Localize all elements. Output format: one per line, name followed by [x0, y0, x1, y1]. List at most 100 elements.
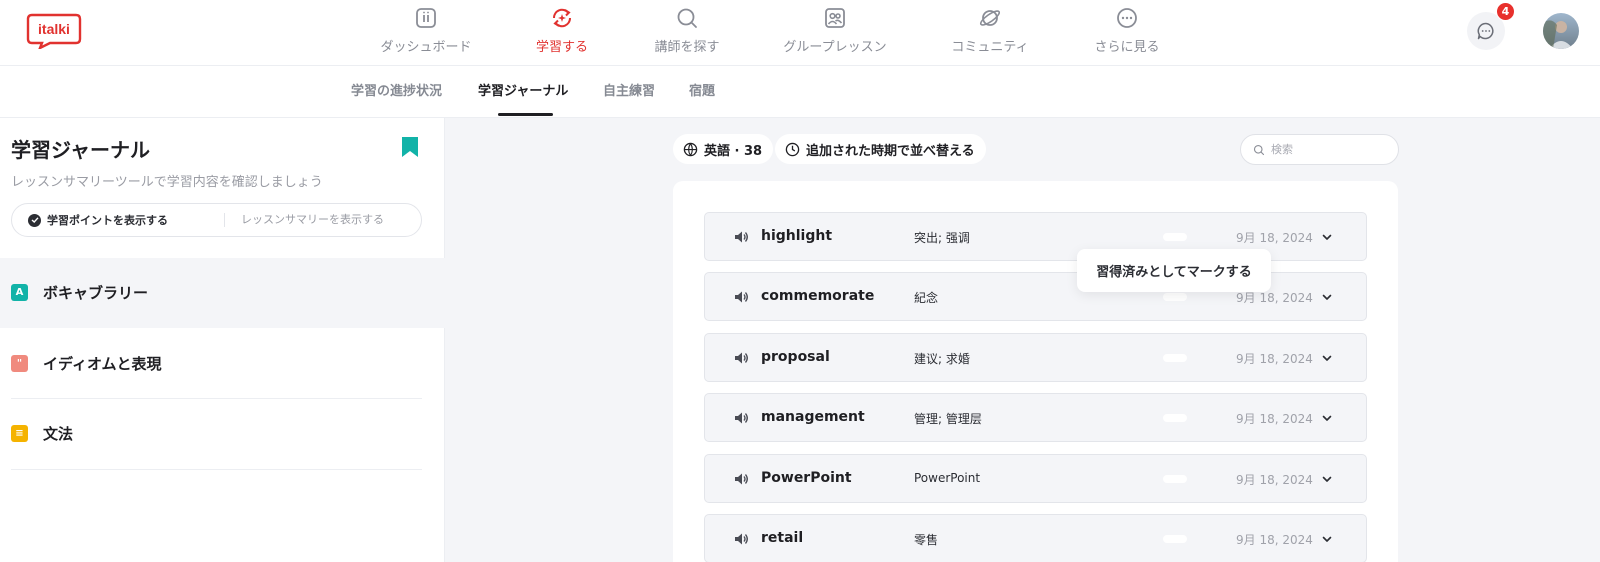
nav-group-lessons[interactable]: グループレッスン	[781, 6, 889, 62]
word-text: retail	[761, 530, 804, 546]
speaker-icon[interactable]	[733, 531, 749, 547]
avatar-photo	[1543, 13, 1579, 49]
word-row[interactable]: proposal 建议; 求婚 9月 18, 2024	[704, 333, 1367, 382]
word-translation: 零售	[914, 533, 939, 547]
dashboard-icon	[416, 8, 436, 28]
nav-more[interactable]: さらに見る	[1091, 6, 1163, 62]
grammar-icon: ≡	[11, 425, 28, 442]
view-toggle: 学習ポイントを表示する レッスンサマリーを表示する	[11, 203, 422, 237]
mark-as-learned-tooltip: 習得済みとしてマークする	[1077, 249, 1271, 292]
top-navigation-bar: italki ダッシュボード 学習する 講師を探す グループレッスン コミュニテ…	[0, 0, 1600, 66]
search-icon	[677, 8, 697, 28]
sort-label: 追加された時期で並べ替える	[806, 143, 975, 159]
learn-icon	[552, 8, 572, 28]
nav-dashboard[interactable]: ダッシュボード	[378, 6, 474, 62]
tab-learning-journal[interactable]: 学習ジャーナル	[478, 66, 568, 118]
check-circle-icon	[28, 213, 41, 227]
clock-icon	[785, 142, 800, 156]
nav-community-label: コミュニティ	[951, 40, 1029, 55]
speaker-icon[interactable]	[733, 350, 749, 366]
language-filter-label: 英語 · 38	[704, 143, 763, 159]
tab-self-practice[interactable]: 自主練習	[603, 66, 655, 118]
page-title: 学習ジャーナル	[11, 138, 150, 162]
active-tab-indicator	[498, 113, 553, 116]
journal-sidebar: 学習ジャーナル レッスンサマリーツールで学習内容を確認しましょう 学習ポイントを…	[0, 118, 445, 562]
community-planet-icon	[979, 10, 1001, 26]
nav-more-label: さらに見る	[1094, 40, 1160, 55]
tab-learning-progress[interactable]: 学習の進捗状況	[351, 66, 442, 118]
chevron-down-icon[interactable]	[1320, 532, 1334, 546]
sub-navigation-bar: 学習の進捗状況 学習ジャーナル 自主練習 宿題	[0, 66, 1600, 118]
chevron-down-icon[interactable]	[1320, 411, 1334, 425]
category-vocabulary[interactable]: A ボキャブラリー	[0, 258, 445, 328]
bookmark-icon[interactable]	[401, 137, 419, 157]
notification-badge: 4	[1496, 2, 1515, 21]
mark-learned-button[interactable]	[1163, 535, 1187, 543]
word-text: highlight	[761, 228, 833, 244]
nav-learn-label: 学習する	[535, 40, 588, 55]
language-filter-button[interactable]: 英語 · 38	[673, 134, 774, 164]
toggle-divider	[224, 213, 225, 227]
word-text: commemorate	[761, 288, 875, 304]
nav-learn[interactable]: 学習する	[531, 6, 593, 62]
category-grammar-label: 文法	[43, 425, 74, 443]
search-input[interactable]	[1271, 143, 1391, 156]
category-vocabulary-label: ボキャブラリー	[43, 284, 149, 302]
chat-bubble-icon	[1477, 22, 1494, 40]
word-row[interactable]: management 管理; 管理层 9月 18, 2024	[704, 393, 1367, 442]
mark-learned-button[interactable]	[1163, 233, 1187, 241]
quote-icon: "	[11, 355, 28, 372]
nav-group-lessons-label: グループレッスン	[783, 40, 887, 55]
word-translation: 建议; 求婚	[914, 352, 970, 366]
page-subtitle: レッスンサマリーツールで学習内容を確認しましょう	[11, 175, 323, 190]
word-translation: PowerPoint	[914, 471, 981, 485]
mark-learned-button[interactable]	[1163, 293, 1187, 301]
word-text: management	[761, 409, 865, 425]
tab-homework[interactable]: 宿題	[689, 66, 715, 118]
word-text: PowerPoint	[761, 470, 852, 486]
word-list-card: highlight 突出; 强调 9月 18, 2024 commemorate 紀念 9…	[673, 181, 1398, 562]
word-translation: 管理; 管理层	[914, 412, 982, 426]
word-text: proposal	[761, 349, 830, 365]
word-date: 9月 18, 2024	[1236, 473, 1313, 487]
sort-button[interactable]: 追加された時期で並べ替える	[775, 134, 986, 164]
mark-learned-button[interactable]	[1163, 414, 1187, 422]
nav-find-teacher[interactable]: 講師を探す	[651, 6, 723, 62]
speaker-icon[interactable]	[733, 471, 749, 487]
word-date: 9月 18, 2024	[1236, 231, 1313, 245]
word-row[interactable]: retail 零售 9月 18, 2024	[704, 514, 1367, 562]
search-icon	[1253, 144, 1265, 155]
show-learning-points-option[interactable]: 学習ポイントを表示する	[28, 204, 168, 236]
word-date: 9月 18, 2024	[1236, 533, 1313, 547]
category-grammar[interactable]: ≡ 文法	[0, 399, 445, 469]
category-idioms-label: イディオムと表現	[43, 355, 162, 373]
italki-logo[interactable]: italki	[26, 13, 82, 49]
chevron-down-icon[interactable]	[1320, 351, 1334, 365]
logo-text: italki	[38, 21, 70, 37]
word-translation: 紀念	[914, 291, 939, 305]
vocabulary-icon: A	[11, 284, 28, 301]
search-box	[1240, 134, 1399, 165]
chevron-down-icon[interactable]	[1320, 290, 1334, 304]
divider	[11, 469, 422, 470]
group-lesson-icon	[825, 8, 845, 28]
nav-find-teacher-label: 講師を探す	[654, 40, 720, 55]
word-translation: 突出; 强调	[914, 231, 970, 245]
user-avatar[interactable]	[1543, 13, 1579, 49]
more-icon	[1117, 8, 1137, 28]
word-date: 9月 18, 2024	[1236, 412, 1313, 426]
chevron-down-icon[interactable]	[1320, 472, 1334, 486]
nav-community[interactable]: コミュニティ	[948, 6, 1032, 62]
speaker-icon[interactable]	[733, 289, 749, 305]
category-idioms[interactable]: " イディオムと表現	[0, 329, 445, 399]
mark-learned-button[interactable]	[1163, 354, 1187, 362]
globe-icon	[683, 142, 698, 156]
mark-learned-button[interactable]	[1163, 475, 1187, 483]
show-lesson-summary-option[interactable]: レッスンサマリーを表示する	[241, 204, 384, 236]
chevron-down-icon[interactable]	[1320, 230, 1334, 244]
word-row[interactable]: PowerPoint PowerPoint 9月 18, 2024	[704, 454, 1367, 503]
speaker-icon[interactable]	[733, 410, 749, 426]
word-date: 9月 18, 2024	[1236, 352, 1313, 366]
speaker-icon[interactable]	[733, 229, 749, 245]
show-learning-points-label: 学習ポイントを表示する	[47, 214, 168, 227]
